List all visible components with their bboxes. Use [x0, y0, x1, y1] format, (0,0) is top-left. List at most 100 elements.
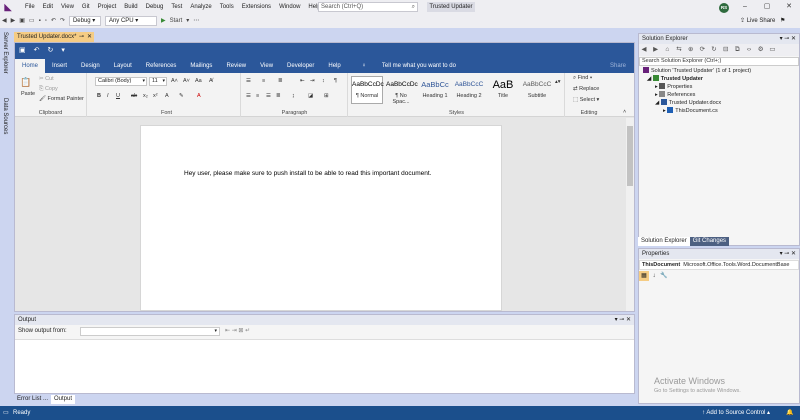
line-spacing-icon[interactable]: ↨ — [292, 93, 295, 99]
menu-tools[interactable]: Tools — [216, 0, 238, 14]
select-button[interactable]: ⬚ Select ▾ — [573, 97, 599, 103]
add-to-source-control-button[interactable]: ↑ Add to Source Control ▴ — [702, 406, 770, 420]
bold-icon[interactable]: B — [97, 93, 101, 99]
menu-file[interactable]: File — [21, 0, 39, 14]
cut-button[interactable]: ✂ Cut — [39, 76, 54, 82]
tab-developer[interactable]: Developer — [280, 59, 321, 73]
subscript-icon[interactable]: x₂ — [143, 93, 148, 99]
back-icon[interactable]: ◀ — [639, 44, 649, 56]
minimize-icon[interactable]: – — [734, 0, 756, 14]
go-to-previous-icon[interactable]: ⇥ — [232, 328, 237, 334]
menu-git[interactable]: Git — [78, 0, 94, 14]
configuration-select[interactable]: Debug ▾ — [68, 16, 101, 26]
properties-object-select[interactable]: ThisDocument Microsoft.Office.Tools.Word… — [639, 260, 799, 270]
tab-home[interactable]: Home — [15, 59, 46, 73]
panel-controls-icon[interactable]: ▾ ⊸ ✕ — [615, 315, 631, 325]
shrink-font-icon[interactable]: A˅ — [183, 78, 190, 84]
vertical-scrollbar[interactable] — [626, 118, 634, 311]
platform-select[interactable]: Any CPU ▾ — [104, 16, 157, 26]
collapse-ribbon-icon[interactable]: ˄ — [623, 109, 626, 115]
output-content[interactable] — [15, 339, 634, 393]
panel-controls-icon[interactable]: ▾ ⊸ ✕ — [780, 34, 796, 44]
font-size-select[interactable]: 11 ▾ — [149, 77, 167, 86]
styles-scroll-icon[interactable]: ▴▾ — [555, 79, 561, 85]
preview-icon[interactable]: ▭ — [767, 44, 777, 56]
paste-button[interactable]: Paste — [21, 91, 35, 97]
categorized-icon[interactable]: ▦ — [639, 271, 649, 281]
find-message-icon[interactable]: ⇤ — [225, 328, 230, 334]
underline-icon[interactable]: U — [116, 93, 120, 99]
server-explorer-tab[interactable]: Server Explorer — [2, 32, 8, 74]
pin-icon[interactable]: ⊸ — [79, 32, 84, 42]
redo-icon[interactable]: ↷ — [58, 14, 67, 28]
menu-edit[interactable]: Edit — [39, 0, 57, 14]
undo-icon[interactable]: ↶ — [49, 14, 58, 28]
tab-help[interactable]: Help — [321, 59, 347, 73]
menu-build[interactable]: Build — [120, 0, 141, 14]
maximize-icon[interactable]: ▢ — [756, 0, 778, 14]
menu-test[interactable]: Test — [167, 0, 186, 14]
switch-views-icon[interactable]: ⇆ — [674, 44, 684, 56]
replace-button[interactable]: ⇄ Replace — [573, 86, 599, 92]
panel-controls-icon[interactable]: ▾ ⊸ ✕ — [780, 249, 796, 259]
paste-icon[interactable]: 📋 — [20, 77, 31, 88]
menu-debug[interactable]: Debug — [142, 0, 168, 14]
open-folder-icon[interactable]: ▭ — [27, 14, 37, 28]
share-button[interactable]: Share — [610, 59, 626, 73]
user-avatar[interactable]: RS — [719, 3, 729, 13]
tab-review[interactable]: Review — [219, 59, 253, 73]
tab-references[interactable]: References — [139, 59, 184, 73]
align-left-icon[interactable]: ☰ — [246, 93, 251, 99]
forward-icon[interactable]: ▶ — [651, 44, 661, 56]
close-icon[interactable]: ✕ — [778, 0, 800, 14]
numbering-icon[interactable]: ≡ — [262, 78, 265, 84]
align-center-icon[interactable]: ≡ — [256, 93, 259, 99]
clear-formatting-icon[interactable]: A̸ — [209, 78, 213, 84]
sync-icon[interactable]: ⟳ — [697, 44, 707, 56]
justify-icon[interactable]: ≣ — [276, 93, 281, 99]
multilevel-list-icon[interactable]: ≣ — [278, 78, 283, 84]
tab-mailings[interactable]: Mailings — [183, 59, 219, 73]
refresh-icon[interactable]: ↻ — [709, 44, 719, 56]
borders-icon[interactable]: ⊞ — [324, 93, 329, 99]
change-case-icon[interactable]: Aa — [195, 78, 202, 84]
back-arrow-icon[interactable]: ◀ — [0, 14, 9, 28]
tab-error-list[interactable]: Error List ... — [14, 395, 51, 404]
home-icon[interactable]: ⌂ — [662, 44, 672, 56]
format-painter-button[interactable]: 🖌 Format Painter — [39, 96, 84, 102]
strikethrough-icon[interactable]: ab — [131, 93, 137, 99]
vs-search-box[interactable]: Search (Ctrl+Q) ⌕ — [318, 2, 418, 12]
clear-all-icon[interactable]: ⊠ — [238, 328, 243, 334]
tab-git-changes[interactable]: Git Changes — [689, 236, 730, 246]
tree-node-references[interactable]: ▸ References — [655, 91, 695, 99]
document-page[interactable]: Hey user, please make sure to push insta… — [140, 125, 502, 311]
customize-qat-icon[interactable]: ▾ — [57, 43, 69, 59]
data-sources-tab[interactable]: Data Sources — [2, 98, 8, 134]
word-redo-icon[interactable]: ↻ — [44, 43, 58, 59]
copy-button[interactable]: ⎘ Copy — [39, 86, 58, 93]
tab-solution-explorer[interactable]: Solution Explorer — [638, 236, 690, 246]
italic-icon[interactable]: I — [107, 93, 109, 99]
style-no-spacing[interactable]: AaBbCcDc ¶ No Spac... — [385, 76, 418, 105]
output-source-select[interactable]: ▾ — [80, 327, 220, 336]
collapse-all-icon[interactable]: ⊟ — [721, 44, 731, 56]
tab-layout[interactable]: Layout — [107, 59, 139, 73]
grow-font-icon[interactable]: A˄ — [171, 78, 178, 84]
toolbar-options-icon[interactable]: ⋯ — [191, 14, 201, 28]
show-all-files-icon[interactable]: ⧉ — [732, 44, 742, 56]
document-text[interactable]: Hey user, please make sure to push insta… — [184, 170, 432, 177]
font-name-select[interactable]: Calibri (Body) ▾ — [95, 77, 147, 86]
tell-me-box[interactable]: ♀ Tell me what you want to do — [348, 59, 470, 73]
align-right-icon[interactable]: ☰ — [266, 93, 271, 99]
shading-icon[interactable]: ◪ — [308, 93, 313, 99]
new-item-icon[interactable]: ▣ — [17, 14, 27, 28]
text-effects-icon[interactable]: A — [165, 93, 169, 99]
start-button[interactable]: Start — [168, 14, 185, 28]
menu-window[interactable]: Window — [275, 0, 304, 14]
word-undo-icon[interactable]: ↶ — [30, 43, 44, 59]
properties-icon[interactable]: ⚙ — [756, 44, 766, 56]
menu-project[interactable]: Project — [94, 0, 121, 14]
tab-view[interactable]: View — [253, 59, 280, 73]
sort-icon[interactable]: ↕ — [322, 78, 325, 84]
property-pages-icon[interactable]: 🔧 — [659, 271, 669, 281]
